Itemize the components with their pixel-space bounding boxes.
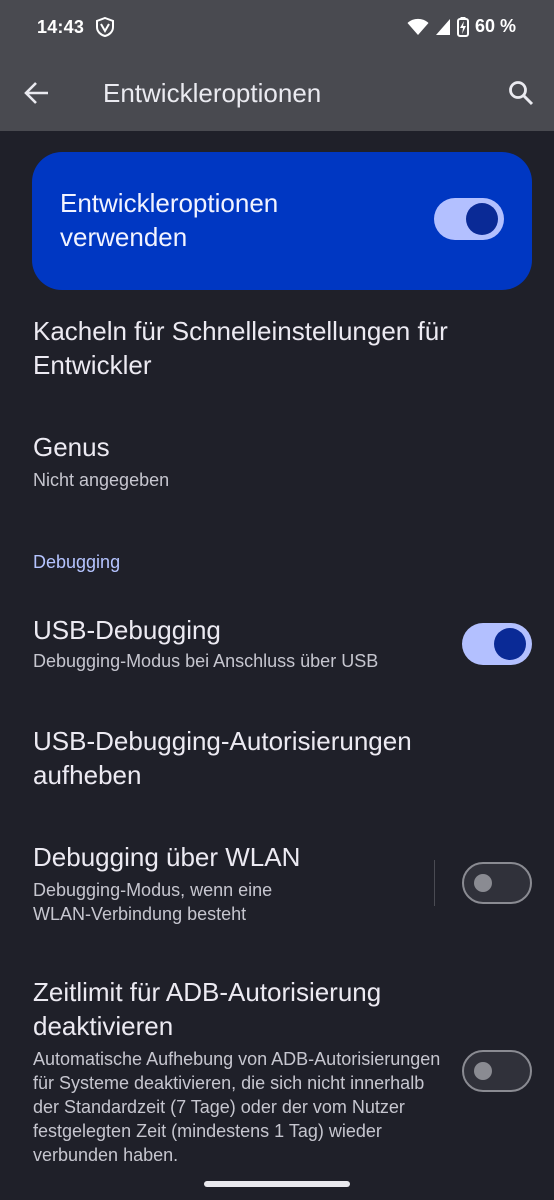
usb-debugging-subtitle: Debugging-Modus bei Anschluss über USB bbox=[33, 651, 379, 671]
usb-debugging-item[interactable]: USB-Debugging Debugging-Modus bei Anschl… bbox=[33, 613, 443, 673]
genus-item[interactable]: Genus Nicht angegeben bbox=[33, 430, 513, 492]
wireless-debugging-subtitle: Debugging-Modus, wenn eine WLAN-Verbindu… bbox=[33, 880, 273, 924]
wireless-debugging-title: Debugging über WLAN bbox=[33, 842, 301, 872]
home-gesture-bar[interactable] bbox=[204, 1181, 350, 1187]
usb-debugging-switch[interactable] bbox=[462, 623, 532, 665]
battery-charging-icon bbox=[456, 16, 469, 37]
usb-debugging-title: USB-Debugging bbox=[33, 615, 221, 645]
section-header-debugging: Debugging bbox=[33, 552, 121, 572]
battery-percentage: 60 % bbox=[474, 16, 516, 36]
revoke-usb-authorizations-item[interactable]: USB-Debugging-Autorisierungen aufheben bbox=[33, 724, 513, 792]
adb-authorization-timeout-switch[interactable] bbox=[462, 1050, 532, 1092]
vpn-shield-icon bbox=[96, 17, 114, 37]
genus-title: Genus bbox=[33, 432, 110, 462]
master-toggle-switch[interactable] bbox=[434, 198, 504, 240]
revoke-usb-authorizations-title: USB-Debugging-Autorisierungen aufheben bbox=[33, 726, 412, 790]
switch-knob bbox=[474, 874, 492, 892]
genus-subtitle: Nicht angegeben bbox=[33, 470, 170, 490]
arrow-back-icon[interactable] bbox=[24, 80, 50, 106]
quick-settings-tiles-item[interactable]: Kacheln für Schnelleinstellungen für Ent… bbox=[33, 314, 503, 382]
quick-settings-tiles-title: Kacheln für Schnelleinstellungen für Ent… bbox=[33, 316, 448, 380]
adb-authorization-timeout-title: Zeitlimit für ADB-Autorisierung deaktivi… bbox=[33, 977, 382, 1041]
app-bar: Entwickleroptionen bbox=[0, 56, 554, 131]
adb-authorization-timeout-subtitle: Automatische Aufhebung von ADB-Autorisie… bbox=[33, 1049, 441, 1165]
status-time: 14:43 bbox=[37, 17, 85, 37]
switch-knob bbox=[474, 1062, 492, 1080]
page-title: Entwickleroptionen bbox=[103, 78, 322, 108]
search-icon[interactable] bbox=[508, 80, 534, 106]
adb-authorization-timeout-item[interactable]: Zeitlimit für ADB-Autorisierung deaktivi… bbox=[33, 975, 453, 1167]
vertical-divider bbox=[434, 860, 435, 906]
master-toggle-label: Entwickleroptionen verwenden bbox=[60, 188, 279, 252]
status-bar: 14:43 60 % bbox=[0, 0, 554, 56]
wireless-debugging-item[interactable]: Debugging über WLAN Debugging-Modus, wen… bbox=[33, 840, 413, 926]
cellular-signal-icon bbox=[435, 18, 450, 35]
wireless-debugging-switch[interactable] bbox=[462, 862, 532, 904]
wifi-icon bbox=[407, 18, 429, 35]
switch-knob bbox=[494, 628, 526, 660]
switch-knob bbox=[466, 203, 498, 235]
master-toggle-card[interactable]: Entwickleroptionen verwenden bbox=[32, 152, 532, 290]
status-icons: 60 % bbox=[407, 16, 516, 37]
